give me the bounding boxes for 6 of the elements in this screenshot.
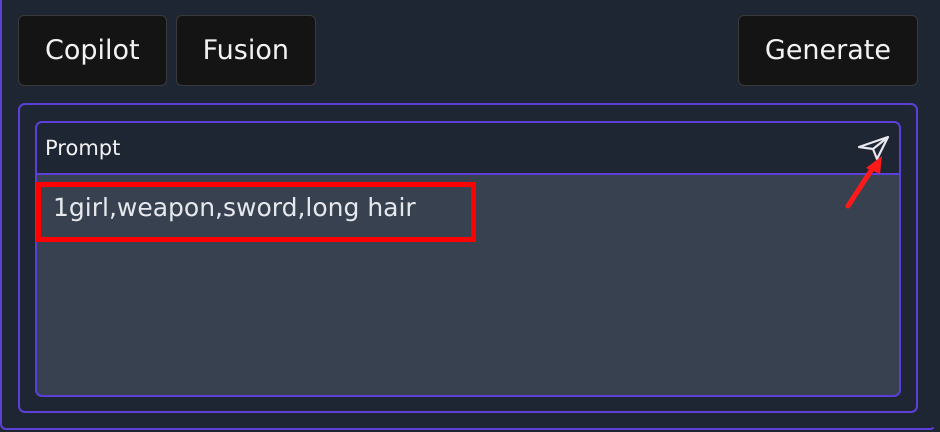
send-icon[interactable] xyxy=(857,135,891,161)
mode-button[interactable]: Copilot xyxy=(18,15,167,86)
prompt-text[interactable]: 1girl,weapon,sword,long hair xyxy=(53,193,416,222)
prompt-label: Prompt xyxy=(45,136,120,160)
mode-button[interactable]: Fusion xyxy=(176,15,316,86)
generate-button[interactable]: Generate xyxy=(738,15,918,86)
